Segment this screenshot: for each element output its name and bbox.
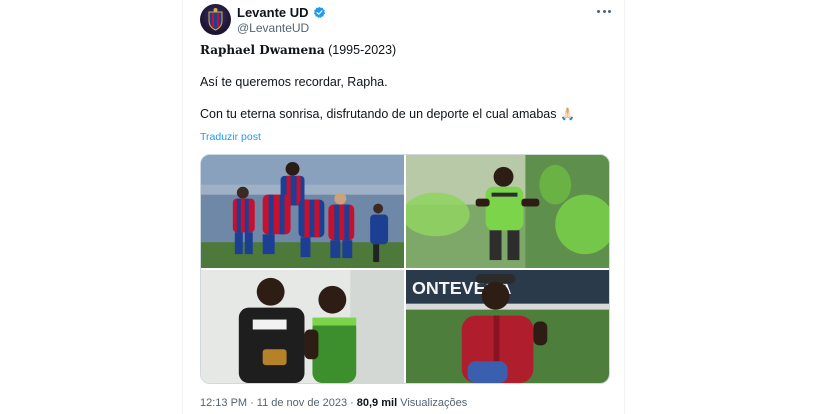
tweet-line-2: Así te queremos recordar, Rapha. — [200, 75, 388, 89]
tweet-title-name: Raphael Dwamena — [200, 43, 325, 57]
meta-separator: · — [250, 397, 254, 409]
avatar[interactable] — [200, 4, 231, 35]
author-handle[interactable]: @LevanteUD — [237, 21, 309, 35]
verified-badge-icon — [313, 6, 326, 19]
photo-training[interactable] — [406, 155, 609, 268]
more-options-icon[interactable] — [597, 4, 611, 18]
author-name-row: Levante UD — [237, 4, 326, 20]
tweet-date[interactable]: 11 de nov de 2023 — [257, 397, 347, 409]
photo-smiling-pair[interactable] — [201, 270, 404, 383]
page: Levante UD @LevanteUD Raphael Dwamena (1… — [0, 0, 828, 414]
tweet: Levante UD @LevanteUD Raphael Dwamena (1… — [183, 0, 624, 414]
views-label: Visualizações — [400, 397, 468, 409]
translate-post-link[interactable]: Traduzir post — [200, 131, 261, 143]
folded-hands-icon: 🙏🏻 — [559, 107, 575, 121]
tweet-title-line: Raphael Dwamena (1995-2023) — [200, 42, 610, 58]
views-count: 80,9 mil — [356, 397, 398, 409]
levante-crest-icon — [208, 8, 223, 31]
tweet-line-3-text: Con tu eterna sonrisa, disfrutando de un… — [200, 107, 557, 121]
photo-celebration[interactable] — [201, 155, 404, 268]
timeline-right-border — [624, 0, 625, 414]
media-grid: ONTEVERA — [200, 154, 610, 384]
tweet-title-years: (1995-2023) — [324, 43, 397, 57]
photo-red-jacket[interactable]: ONTEVERA — [406, 270, 609, 383]
author-name[interactable]: Levante UD — [237, 5, 309, 20]
meta-separator: · — [350, 397, 354, 409]
tweet-time[interactable]: 12:13 PM — [200, 397, 247, 409]
tweet-line-3: Con tu eterna sonrisa, disfrutando de un… — [200, 106, 610, 122]
tweet-text: Raphael Dwamena (1995-2023) Así te quere… — [200, 42, 610, 122]
tweet-meta: 12:13 PM · 11 de nov de 2023 · 80,9 mil Visu… — [200, 397, 467, 409]
